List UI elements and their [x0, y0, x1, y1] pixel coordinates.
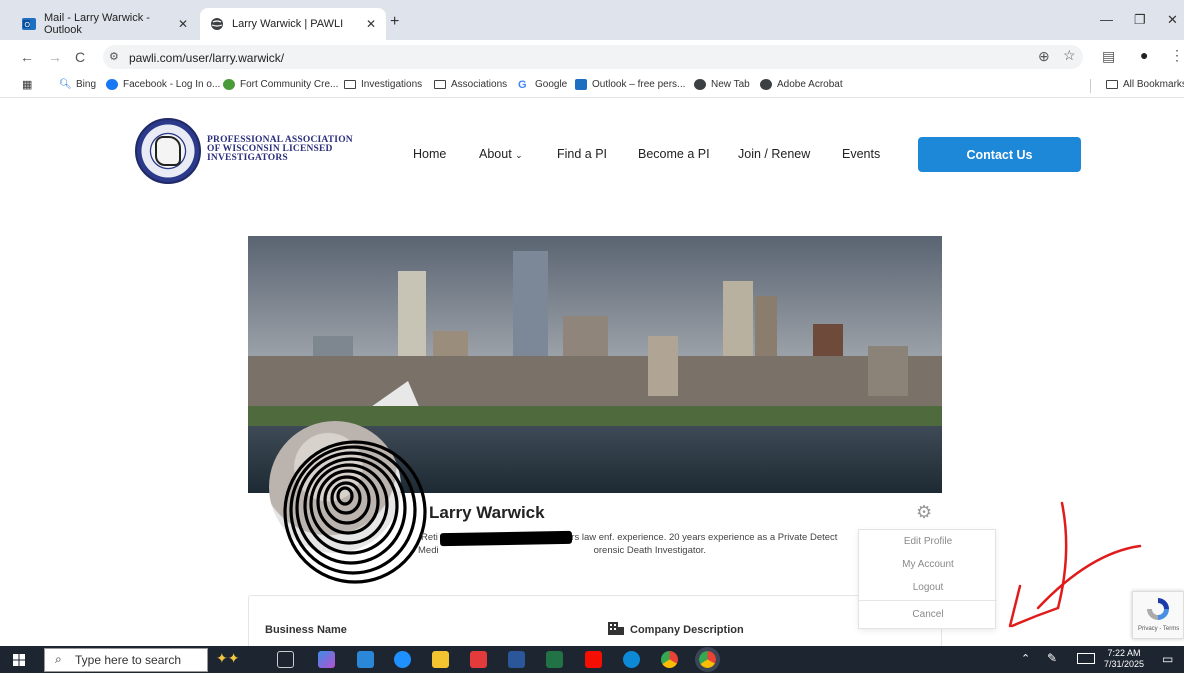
nav-home[interactable]: Home — [413, 147, 446, 161]
globe-icon — [694, 79, 706, 90]
business-name-label: Business Name — [265, 624, 347, 636]
sidepanel-icon[interactable]: ▤ — [1102, 48, 1115, 65]
app-icon[interactable] — [394, 651, 411, 668]
close-window-button[interactable]: ✕ — [1167, 12, 1178, 28]
globe-icon — [760, 79, 772, 90]
logo-text[interactable]: PROFESSIONAL ASSOCIATION OF WISCONSIN LI… — [207, 135, 353, 163]
copilot-icon[interactable] — [318, 651, 335, 668]
acrobat-icon[interactable] — [585, 651, 602, 668]
minimize-button[interactable]: — — [1100, 12, 1113, 27]
word-icon[interactable] — [508, 651, 525, 668]
menu-logout[interactable]: Logout — [859, 582, 997, 593]
profile-name: Larry Warwick — [429, 503, 545, 522]
pawli-logo[interactable] — [135, 118, 201, 184]
profile-icon[interactable]: ● — [1140, 47, 1148, 63]
tab-outlook[interactable]: O Mail - Larry Warwick - Outlook ✕ — [12, 8, 198, 40]
folder-icon — [1106, 80, 1118, 89]
contact-us-button[interactable]: Contact Us — [918, 137, 1081, 172]
notification-icon[interactable]: ▭ — [1162, 652, 1173, 666]
menu-divider — [859, 600, 997, 601]
red-arrow-annotation — [1008, 501, 1142, 628]
folder-icon — [434, 80, 446, 89]
pen-icon[interactable]: ✎ — [1047, 651, 1057, 665]
new-tab-button[interactable]: + — [390, 13, 399, 31]
bookmark-acrobat[interactable]: Adobe Acrobat — [760, 79, 843, 90]
bookmark-bing[interactable]: 🔍︎ Bing — [59, 79, 96, 90]
tab-label: Mail - Larry Warwick - Outlook — [44, 12, 150, 36]
bookmark-investigations[interactable]: Investigations — [344, 79, 422, 90]
browser-tab-bar: O Mail - Larry Warwick - Outlook ✕ Larry… — [0, 0, 1184, 40]
gear-icon[interactable]: ⚙ — [916, 502, 932, 523]
profile-details-card — [248, 595, 942, 646]
redaction-scribble — [283, 440, 427, 584]
redaction-bar — [439, 530, 573, 547]
svg-text:O: O — [25, 22, 31, 29]
chevron-up-icon[interactable]: ⌃ — [1021, 652, 1030, 665]
forward-button[interactable]: → — [48, 49, 62, 65]
menu-edit-profile[interactable]: Edit Profile — [859, 536, 997, 547]
windows-start-icon[interactable] — [13, 654, 25, 666]
search-icon: ⌕ — [55, 652, 62, 666]
app-icon[interactable] — [470, 651, 487, 668]
search-icon: 🔍︎ — [59, 79, 72, 90]
nav-become-a-pi[interactable]: Become a PI — [638, 147, 710, 161]
chevron-down-icon: ⌄ — [515, 150, 523, 160]
bookmark-fort[interactable]: Fort Community Cre... — [223, 79, 338, 90]
outlook-icon — [575, 79, 587, 90]
url-text[interactable]: pawli.com/user/larry.warwick/ — [129, 51, 284, 65]
bookmark-outlook[interactable]: Outlook – free pers... — [575, 79, 685, 90]
app-icon[interactable] — [357, 651, 374, 668]
tab-pawli[interactable]: Larry Warwick | PAWLI ✕ — [200, 8, 386, 40]
taskbar-search-placeholder[interactable]: Type here to search — [75, 653, 181, 667]
edge-icon[interactable] — [623, 651, 640, 668]
menu-my-account[interactable]: My Account — [859, 559, 997, 570]
close-icon[interactable]: ✕ — [178, 17, 188, 31]
back-button[interactable]: ← — [20, 49, 34, 65]
profile-bio-line-1: Reti ars law enf. experience. 20 years ex… — [421, 532, 838, 543]
restore-button[interactable]: ❐ — [1134, 12, 1146, 28]
file-explorer-icon[interactable] — [432, 651, 449, 668]
bookmark-associations[interactable]: Associations — [434, 79, 507, 90]
nav-join-renew[interactable]: Join / Renew — [738, 147, 810, 161]
all-bookmarks[interactable]: All Bookmarks — [1106, 79, 1184, 90]
chrome-icon[interactable] — [661, 651, 678, 668]
profile-bio-line-2: Medi orensic Death Investigator. — [418, 545, 707, 556]
reload-button[interactable]: C — [75, 49, 85, 65]
folder-icon — [344, 80, 356, 89]
web-page: PROFESSIONAL ASSOCIATION OF WISCONSIN LI… — [0, 98, 1184, 646]
bookmarks-bar: ▦ 🔍︎ Bing Facebook - Log In o... Fort Com… — [0, 74, 1184, 98]
apps-icon[interactable]: ▦ — [22, 78, 32, 91]
facebook-icon — [106, 79, 118, 90]
outlook-icon: O — [22, 18, 36, 30]
globe-icon — [211, 18, 223, 30]
menu-cancel[interactable]: Cancel — [859, 609, 997, 620]
chrome-active-icon[interactable] — [695, 647, 720, 672]
address-toolbar: ← → C ⚙ pawli.com/user/larry.warwick/ ⊕ … — [0, 40, 1184, 74]
keyboard-icon[interactable] — [1077, 653, 1095, 664]
nav-events[interactable]: Events — [842, 147, 880, 161]
profile-menu: Edit Profile My Account Logout Cancel — [858, 529, 997, 629]
bookmark-facebook[interactable]: Facebook - Log In o... — [106, 79, 220, 90]
nav-about[interactable]: About ⌄ — [479, 147, 523, 161]
logo-emblem — [155, 136, 181, 166]
company-description-label: Company Description — [630, 624, 744, 636]
excel-icon[interactable] — [546, 651, 563, 668]
taskbar-clock[interactable]: 7:22 AM 7/31/2025 — [1104, 648, 1144, 670]
site-info-icon[interactable]: ⚙ — [109, 50, 119, 63]
menu-icon[interactable]: ⋮ — [1170, 47, 1184, 64]
building-icon — [608, 622, 624, 635]
task-view-icon[interactable] — [277, 651, 294, 668]
zoom-icon[interactable]: ⊕ — [1038, 48, 1050, 65]
bookmark-google[interactable]: G Google — [518, 79, 567, 91]
star-icon[interactable]: ☆ — [1063, 47, 1076, 64]
divider — [1090, 79, 1091, 93]
bookmark-newtab[interactable]: New Tab — [694, 79, 750, 90]
nav-find-a-pi[interactable]: Find a PI — [557, 147, 607, 161]
close-icon[interactable]: ✕ — [366, 17, 376, 31]
fort-icon — [223, 79, 235, 90]
tab-label: Larry Warwick | PAWLI — [232, 18, 344, 30]
copilot-sparkle-icon[interactable]: ✦✦ — [216, 650, 239, 667]
google-icon: G — [518, 79, 527, 91]
